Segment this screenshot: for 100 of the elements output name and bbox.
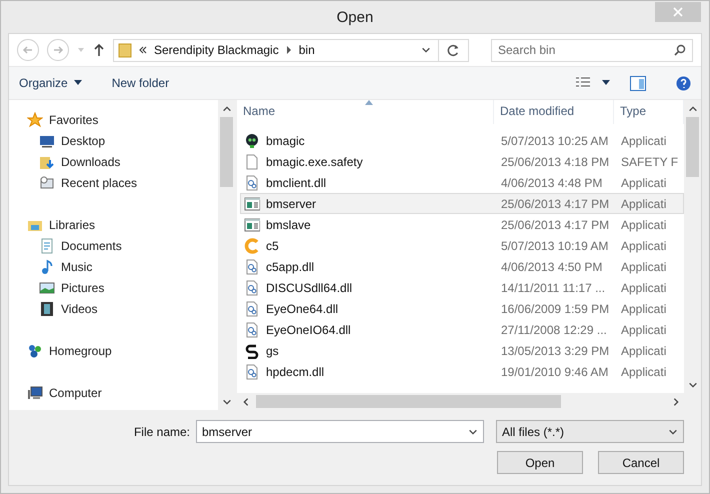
close-button[interactable] — [655, 2, 701, 22]
scrollbar-thumb[interactable] — [686, 117, 699, 177]
date-cell-text: 19/01/2010 9:46 AM — [500, 364, 610, 378]
file-row[interactable]: gs 13/05/2013 3:29 PM Applicati — [240, 340, 684, 361]
dialog-button[interactable]: Open — [497, 451, 583, 474]
type-cell-text: Applicati — [620, 134, 668, 148]
file-name: EyeOne64.dll — [266, 302, 338, 316]
file-row[interactable]: bmslave 25/06/2013 4:17 PM Applicati — [240, 214, 684, 235]
type-cell-text: Applicati — [620, 196, 668, 210]
file-row[interactable]: bmclient.dll 4/06/2013 4:48 PM Applicati — [240, 172, 684, 193]
folder-icon — [118, 42, 132, 58]
file-type-dropdown[interactable]: All files (*.*) — [496, 420, 684, 443]
navigation-item[interactable]: Pictures — [27, 277, 218, 298]
scrollbar-thumb[interactable] — [220, 117, 233, 187]
new-folder-button[interactable]: New folder — [112, 74, 170, 92]
file-row[interactable]: bmagic.exe.safety 25/06/2013 4:18 PM SAFETY F — [240, 151, 684, 172]
double-chevron-icon — [139, 46, 147, 54]
search-icon — [674, 44, 686, 56]
window-title: Open — [336, 8, 374, 26]
scrollbar-thumb[interactable] — [256, 395, 561, 408]
address-bar[interactable]: Serendipity Blackmagic bin — [113, 38, 469, 62]
type-cell-text: Applicati — [620, 302, 668, 316]
navigation-item[interactable]: Computer — [27, 382, 218, 403]
breadcrumb-arrow-icon — [286, 46, 292, 54]
navigation-item[interactable]: Recent places — [27, 172, 218, 193]
navigation-item[interactable]: Favorites — [27, 109, 218, 130]
horizontal-scrollbar[interactable] — [237, 393, 701, 410]
navigation-item[interactable]: Desktop — [27, 130, 218, 151]
date-cell-text: 25/06/2013 4:18 PM — [500, 154, 610, 168]
column-header[interactable]: Date modified — [494, 100, 614, 124]
gear-file-icon — [244, 258, 260, 274]
recent-places-icon — [39, 174, 55, 190]
type-cell-text: Applicati — [620, 238, 668, 252]
dialog-button[interactable]: Cancel — [598, 451, 684, 474]
date-cell-text: 13/05/2013 3:29 PM — [500, 344, 610, 358]
homegroup-icon — [27, 342, 43, 358]
gear-file-icon — [244, 280, 260, 296]
type-cell-text: Applicati — [620, 176, 668, 190]
file-name: c5 — [266, 238, 279, 252]
file-name: hpdecm.dll — [266, 364, 324, 378]
date-cell-text: 25/06/2013 4:17 PM — [500, 218, 610, 232]
file-name: EyeOneIO64.dll — [266, 322, 351, 336]
file-row[interactable]: c5 5/07/2013 10:19 AM Applicati — [240, 235, 684, 256]
file-row[interactable]: EyeOneIO64.dll 27/11/2008 12:29 ... Applicati — [240, 319, 684, 340]
file-name: bmclient.dll — [266, 176, 326, 190]
navigation-item[interactable]: Downloads — [27, 151, 218, 172]
file-row[interactable]: DISCUSdll64.dll 14/11/2011 11:17 ... Applicati — [240, 277, 684, 298]
file-row[interactable]: EyeOne64.dll 16/06/2009 1:59 PM Applicati — [240, 298, 684, 319]
navigation-item[interactable]: Music — [27, 256, 218, 277]
gear-file-icon — [244, 322, 260, 338]
breadcrumb-item[interactable]: bin — [298, 43, 315, 57]
program-window-icon — [244, 216, 260, 232]
gear-file-icon — [244, 300, 260, 316]
breadcrumb-item[interactable]: Serendipity Blackmagic — [154, 43, 279, 57]
file-name: bmagic — [266, 134, 305, 148]
organize-menu-button[interactable]: Organize — [19, 74, 82, 92]
date-cell-text: 25/06/2013 4:17 PM — [500, 196, 610, 210]
film-icon — [39, 300, 55, 316]
vertical-scrollbar[interactable] — [684, 100, 701, 393]
date-cell-text: 16/06/2009 1:59 PM — [500, 302, 610, 316]
column-header[interactable]: Name — [237, 100, 494, 124]
date-cell-text: 5/07/2013 10:25 AM — [500, 134, 610, 148]
history-caret-icon[interactable] — [77, 46, 85, 54]
gear-file-icon — [244, 364, 260, 380]
file-row[interactable]: bmserver 25/06/2013 4:17 PM Applicati — [240, 193, 684, 214]
file-name: c5app.dll — [266, 260, 314, 274]
navigation-item[interactable]: Libraries — [27, 214, 218, 235]
file-name: DISCUSdll64.dll — [266, 280, 352, 294]
file-name: gs — [266, 344, 279, 358]
file-row[interactable]: c5app.dll 4/06/2013 4:50 PM Applicati — [240, 256, 684, 277]
type-cell-text: Applicati — [620, 260, 668, 274]
back-button[interactable] — [17, 39, 39, 61]
skull-icon — [244, 132, 260, 148]
forward-button[interactable] — [47, 39, 69, 61]
type-cell-text: Applicati — [620, 218, 668, 232]
file-name-label: File name: — [134, 424, 190, 438]
file-name: bmserver — [266, 196, 316, 210]
file-row[interactable]: hpdecm.dll 19/01/2010 9:46 AM Applicati — [240, 361, 684, 382]
gear-file-icon — [244, 174, 260, 190]
scroll-left-icon — [240, 396, 250, 406]
star-icon — [27, 112, 43, 128]
date-cell-text: 5/07/2013 10:19 AM — [500, 238, 610, 252]
file-row[interactable]: bmagic 5/07/2013 10:25 AM Applicati — [240, 130, 684, 151]
navigation-item[interactable]: Homegroup — [27, 340, 218, 361]
address-dropdown-icon — [421, 45, 431, 55]
forward-arrow-icon — [52, 44, 64, 56]
view-options-icon[interactable] — [576, 77, 610, 89]
c-letter-icon — [244, 238, 260, 254]
file-name-field[interactable]: bmserver — [196, 420, 484, 443]
help-icon[interactable] — [676, 76, 691, 90]
music-note-icon — [39, 258, 55, 274]
navigation-item[interactable]: Documents — [27, 235, 218, 256]
date-cell-text: 4/06/2013 4:48 PM — [500, 176, 604, 190]
date-cell-text: 27/11/2008 12:29 ... — [500, 322, 608, 336]
preview-pane-icon[interactable] — [630, 76, 646, 90]
vertical-scrollbar[interactable] — [218, 100, 235, 410]
navigation-item[interactable]: Videos — [27, 298, 218, 319]
close-icon — [673, 7, 683, 17]
search-field[interactable]: Search bin — [491, 38, 693, 62]
up-arrow-icon[interactable] — [93, 43, 105, 57]
